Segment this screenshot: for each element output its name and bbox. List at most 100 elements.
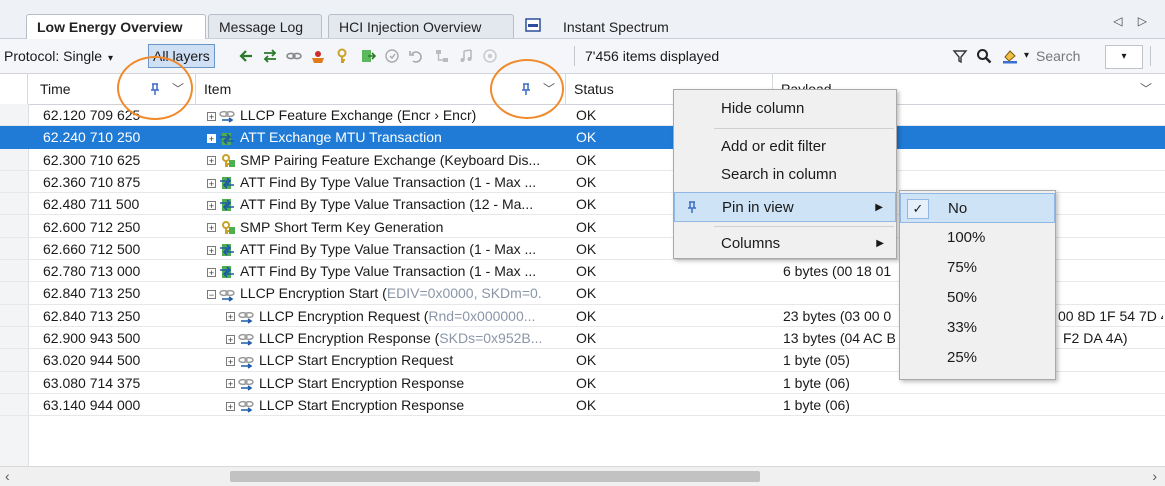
row-header-cell[interactable] <box>0 126 28 149</box>
row-header-cell[interactable] <box>0 193 28 215</box>
submenu-item-50[interactable]: 50% <box>900 283 1055 313</box>
row-header-cell[interactable] <box>0 104 28 126</box>
item-cell: + SMP Pairing Feature Exchange (Keyboard … <box>207 149 563 171</box>
key-icon[interactable] <box>334 48 350 64</box>
row-header-cell[interactable] <box>0 260 28 282</box>
time-cell: 62.780 713 000 <box>43 263 141 280</box>
expand-toggle-icon[interactable]: + <box>207 156 216 166</box>
annotation-circle <box>117 56 193 120</box>
tab-instant-spectrum[interactable]: Instant Spectrum <box>552 14 700 38</box>
row-header-cell[interactable] <box>0 372 28 394</box>
arrow-left-icon[interactable] <box>238 48 254 64</box>
submenu-item-75[interactable]: 75% <box>900 253 1055 283</box>
expand-toggle-icon[interactable]: + <box>226 312 235 322</box>
filter-icon[interactable] <box>952 48 968 64</box>
row-header-cell[interactable] <box>0 282 28 304</box>
tab-low-energy-overview[interactable]: Low Energy Overview <box>26 14 206 39</box>
expand-toggle-icon[interactable]: + <box>226 379 235 389</box>
submenu-item-no[interactable]: ✓ No <box>900 193 1055 223</box>
item-label: ATT Find By Type Value Transaction (12 -… <box>240 196 534 213</box>
time-cell: 62.300 710 625 <box>43 151 141 168</box>
expand-toggle-icon[interactable]: + <box>207 134 216 144</box>
bucket-icon[interactable] <box>310 48 326 64</box>
protocol-selector[interactable]: Protocol: Single ▾ <box>4 39 113 73</box>
item-cell: − LLCP Encryption Start (EDIV=0x0000, SKD… <box>207 282 563 304</box>
row-header-cell[interactable] <box>0 305 28 327</box>
scroll-right-icon[interactable]: › <box>1152 467 1157 486</box>
search-input[interactable]: Search <box>1036 44 1080 68</box>
clock-icon[interactable] <box>384 48 400 64</box>
tab-scroll-arrows[interactable]: ◁ ▷ <box>1113 14 1153 28</box>
chevron-down-icon[interactable]: ﹀ <box>1140 74 1152 104</box>
scrollbar-thumb[interactable] <box>230 471 760 482</box>
expand-toggle-icon[interactable]: + <box>226 334 235 344</box>
toolbar-separator <box>574 46 575 66</box>
swap-arrows-icon[interactable] <box>262 48 278 64</box>
menu-item-add-edit-filter[interactable]: Add or edit filter <box>674 132 896 162</box>
att-transaction-icon <box>220 177 234 190</box>
menu-separator <box>714 226 894 227</box>
horizontal-scrollbar[interactable]: ‹ › <box>0 466 1165 486</box>
tab-strip: Low Energy Overview Message Log HCI Inje… <box>0 0 1165 39</box>
expand-toggle-icon[interactable]: − <box>207 290 216 300</box>
expand-toggle-icon[interactable]: + <box>226 357 235 367</box>
expand-toggle-icon[interactable]: + <box>207 200 216 210</box>
table-row[interactable]: 62.240 710 250 + ATT Exchange MTU Transact… <box>0 126 1165 149</box>
search-options-dropdown[interactable]: ▾ <box>1105 45 1143 69</box>
settings-icon[interactable] <box>482 48 498 64</box>
row-header-cell[interactable] <box>0 171 28 193</box>
time-cell: 63.080 714 375 <box>43 374 141 391</box>
time-cell: 62.240 710 250 <box>43 129 141 146</box>
search-icon[interactable] <box>976 48 992 64</box>
submenu-item-100[interactable]: 100% <box>900 223 1055 253</box>
payload-cell: 1 byte (06) <box>783 396 850 413</box>
row-header-cell[interactable] <box>0 394 28 416</box>
submenu-item-label: No <box>948 200 968 217</box>
expand-toggle-icon[interactable]: + <box>207 223 216 233</box>
menu-item-hide-column[interactable]: Hide column <box>674 94 896 124</box>
item-cell: + ATT Exchange MTU Transaction <box>207 126 563 148</box>
export-icon[interactable] <box>360 48 376 64</box>
expand-toggle-icon[interactable]: + <box>207 245 216 255</box>
item-label: LLCP Encryption Response ( <box>259 330 440 346</box>
smp-key-icon <box>222 220 235 234</box>
items-count: 7'456 items displayed <box>585 48 720 64</box>
menu-item-pin-in-view[interactable]: Pin in view ▶ <box>674 192 896 222</box>
item-cell: + ATT Find By Type Value Transaction (1 -… <box>207 238 563 260</box>
row-header-cell[interactable] <box>0 349 28 371</box>
chevron-down-icon: ▾ <box>107 53 113 64</box>
music-icon[interactable] <box>458 48 474 64</box>
spectrum-tab-icon[interactable] <box>525 17 541 33</box>
link-layer-icon <box>238 401 254 413</box>
payload-cell-tail: F2 DA 4A) <box>1063 330 1128 346</box>
column-title-status: Status <box>574 81 614 97</box>
hierarchy-icon[interactable] <box>434 48 450 64</box>
submenu-item-25[interactable]: 25% <box>900 343 1055 373</box>
att-transaction-icon <box>220 199 234 212</box>
tab-message-log[interactable]: Message Log <box>208 14 322 38</box>
highlight-icon[interactable] <box>1002 48 1018 64</box>
undo-icon[interactable] <box>408 48 424 64</box>
item-detail: EDIV=0x0000, SKDm=0. <box>386 285 542 302</box>
expand-toggle-icon[interactable]: + <box>207 178 216 188</box>
expand-toggle-icon[interactable]: + <box>207 267 216 277</box>
expand-toggle-icon[interactable]: + <box>226 401 235 411</box>
menu-item-search-in-column[interactable]: Search in column <box>674 160 896 190</box>
chevron-down-icon[interactable]: ▾ <box>1024 39 1029 73</box>
pin-in-view-submenu: ✓ No 100% 75% 50% 33% 25% <box>899 190 1056 380</box>
protocol-label: Protocol: Single <box>4 48 103 64</box>
table-row[interactable]: 62.300 710 625 + SMP Pairing Feature Excha… <box>0 149 1165 171</box>
row-header-cell[interactable] <box>0 327 28 349</box>
submenu-item-33[interactable]: 33% <box>900 313 1055 343</box>
row-header-cell[interactable] <box>0 149 28 171</box>
row-header-cell[interactable] <box>0 238 28 260</box>
payload-cell-tail: 00 8D 1F 54 7D 4 <box>1058 307 1163 324</box>
expand-toggle-icon[interactable]: + <box>207 111 216 121</box>
row-header-cell[interactable] <box>0 216 28 238</box>
tab-hci-injection-overview[interactable]: HCI Injection Overview <box>328 14 514 38</box>
menu-item-label: Columns <box>721 235 781 252</box>
menu-item-columns[interactable]: Columns ▶ <box>674 229 896 259</box>
table-row[interactable]: 63.140 944 000 + LLCP Start Encryption Res… <box>0 394 1165 417</box>
scroll-left-icon[interactable]: ‹ <box>5 467 10 486</box>
link-icon[interactable] <box>286 48 302 64</box>
